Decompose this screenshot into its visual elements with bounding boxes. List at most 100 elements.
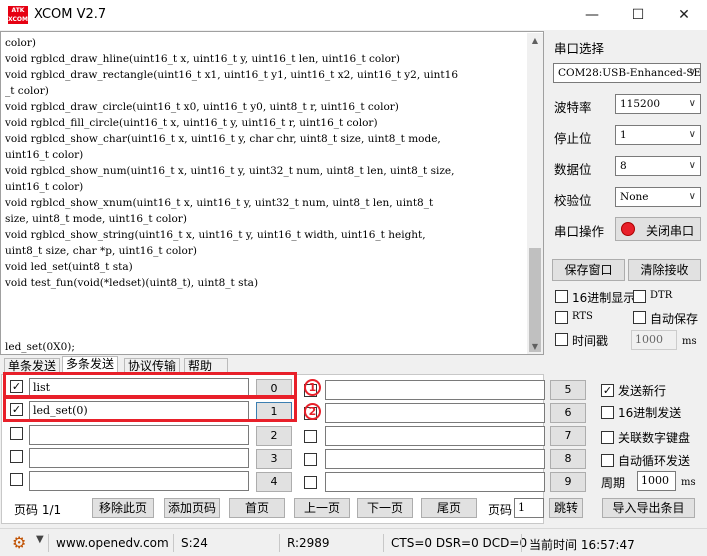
period-unit: ms (681, 477, 696, 488)
status-separator (383, 534, 384, 552)
row-2-send-button[interactable]: 2 (256, 426, 292, 446)
dtr-checkbox[interactable] (633, 290, 646, 303)
auto-loop-checkbox[interactable] (601, 454, 614, 467)
send-newline-checkbox[interactable]: ✓ (601, 384, 614, 397)
stop-bits-label: 停止位 (554, 131, 592, 146)
port-select[interactable]: COM28:USB-Enhanced-SE ∨ (553, 63, 701, 83)
parity-label: 校验位 (554, 193, 592, 208)
baud-select[interactable]: 115200 ∨ (615, 94, 701, 114)
row-7-checkbox[interactable] (304, 430, 317, 443)
scroll-thumb[interactable] (529, 248, 541, 352)
row-9-checkbox[interactable] (304, 476, 317, 489)
add-page-button[interactable]: 添加页码 (164, 498, 220, 518)
website-link[interactable]: www.openedv.com (56, 536, 169, 550)
scroll-up-icon[interactable]: ▲ (530, 36, 540, 46)
hex-display-checkbox[interactable] (555, 290, 568, 303)
port-label: 串口选择 (554, 41, 605, 56)
auto-loop-label: 自动循环发送 (618, 454, 691, 468)
dropdown-icon[interactable]: ▼ (36, 534, 44, 545)
parity-select[interactable]: None ∨ (615, 187, 701, 207)
data-bits-select[interactable]: 8 ∨ (615, 156, 701, 176)
receive-text: color) void rgblcd_draw_hline(uint16_t x… (5, 37, 459, 353)
chevron-down-icon: ∨ (688, 191, 696, 202)
status-separator (279, 534, 280, 552)
status-separator (48, 534, 49, 552)
row-4-send-button[interactable]: 4 (256, 472, 292, 492)
row-3-send-button[interactable]: 3 (256, 449, 292, 469)
status-separator (521, 534, 522, 552)
send-newline-label: 发送新行 (618, 384, 667, 398)
first-page-button[interactable]: 首页 (229, 498, 285, 518)
clear-receive-button[interactable]: 清除接收 (628, 259, 701, 281)
baud-value: 115200 (620, 98, 661, 110)
received-count: R:2989 (287, 536, 330, 550)
timestamp-input[interactable]: 1000 (631, 330, 677, 350)
annotation-marker-1: 1 (304, 379, 321, 396)
close-button[interactable]: ✕ (661, 0, 707, 30)
link-keyboard-checkbox[interactable] (601, 431, 614, 444)
row-8-send-button[interactable]: 8 (550, 449, 586, 469)
chevron-down-icon: ∨ (688, 67, 696, 78)
row-8-checkbox[interactable] (304, 453, 317, 466)
row-4-input[interactable] (29, 471, 249, 491)
signal-status: CTS=0 DSR=0 DCD=0 (391, 536, 528, 550)
gear-icon[interactable]: ⚙ (12, 533, 26, 552)
minimize-button[interactable]: — (569, 0, 615, 30)
page-input[interactable]: 1 (514, 498, 544, 518)
highlight-box-2 (3, 396, 297, 422)
hex-send-checkbox[interactable] (601, 406, 614, 419)
last-page-button[interactable]: 尾页 (421, 498, 477, 518)
status-bar: ⚙ ▼ www.openedv.com S:24 R:2989 CTS=0 DS… (0, 528, 707, 556)
row-9-send-button[interactable]: 9 (550, 472, 586, 492)
maximize-button[interactable]: ☐ (615, 0, 661, 30)
row-3-checkbox[interactable] (10, 450, 23, 463)
row-4-checkbox[interactable] (10, 473, 23, 486)
timestamp-checkbox[interactable] (555, 333, 568, 346)
row-8-input[interactable] (325, 449, 545, 469)
chevron-down-icon: ∨ (688, 129, 696, 140)
row-6-input[interactable] (325, 403, 545, 423)
app-logo: ATK XCOM (8, 6, 28, 24)
parity-value: None (620, 191, 649, 203)
row-2-input[interactable] (29, 425, 249, 445)
hex-send-label: 16进制发送 (618, 406, 682, 420)
current-time: 当前时间 16:57:47 (529, 538, 635, 552)
period-input[interactable]: 1000 (637, 471, 676, 491)
rts-checkbox[interactable] (555, 311, 568, 324)
data-bits-value: 8 (620, 160, 627, 172)
scroll-down-icon[interactable]: ▼ (530, 342, 540, 352)
row-9-input[interactable] (325, 472, 545, 492)
prev-page-button[interactable]: 上一页 (294, 498, 350, 518)
highlight-box-1 (3, 372, 297, 398)
save-window-button[interactable]: 保存窗口 (552, 259, 625, 281)
import-export-button[interactable]: 导入导出条目 (602, 498, 695, 518)
row-7-send-button[interactable]: 7 (550, 426, 586, 446)
row-5-input[interactable] (325, 380, 545, 400)
next-page-button[interactable]: 下一页 (357, 498, 413, 518)
period-label: 周期 (601, 476, 626, 490)
row-2-checkbox[interactable] (10, 427, 23, 440)
page-input-label: 页码 (488, 503, 513, 517)
stop-bits-select[interactable]: 1 ∨ (615, 125, 701, 145)
close-port-button[interactable]: 关闭串口 (615, 217, 701, 241)
timestamp-label: 时间戳 (572, 334, 609, 348)
chevron-down-icon: ∨ (688, 98, 696, 109)
port-value: COM28:USB-Enhanced-SE (558, 67, 701, 79)
hex-display-label: 16进制显示 (572, 291, 636, 305)
row-7-input[interactable] (325, 426, 545, 446)
baud-label: 波特率 (554, 100, 592, 115)
auto-save-checkbox[interactable] (633, 311, 646, 324)
data-bits-label: 数据位 (554, 162, 592, 177)
row-6-send-button[interactable]: 6 (550, 403, 586, 423)
row-3-input[interactable] (29, 448, 249, 468)
dtr-label: DTR (650, 290, 673, 301)
remove-page-button[interactable]: 移除此页 (92, 498, 154, 518)
receive-textarea[interactable]: color) void rgblcd_draw_hline(uint16_t x… (0, 31, 544, 355)
stop-bits-value: 1 (620, 129, 627, 141)
close-port-label: 关闭串口 (646, 224, 695, 238)
jump-button[interactable]: 跳转 (549, 498, 583, 518)
link-keyboard-label: 关联数字键盘 (618, 431, 691, 445)
port-status-icon (621, 222, 635, 236)
row-5-send-button[interactable]: 5 (550, 380, 586, 400)
receive-scrollbar[interactable]: ▲ ▼ (527, 33, 543, 354)
